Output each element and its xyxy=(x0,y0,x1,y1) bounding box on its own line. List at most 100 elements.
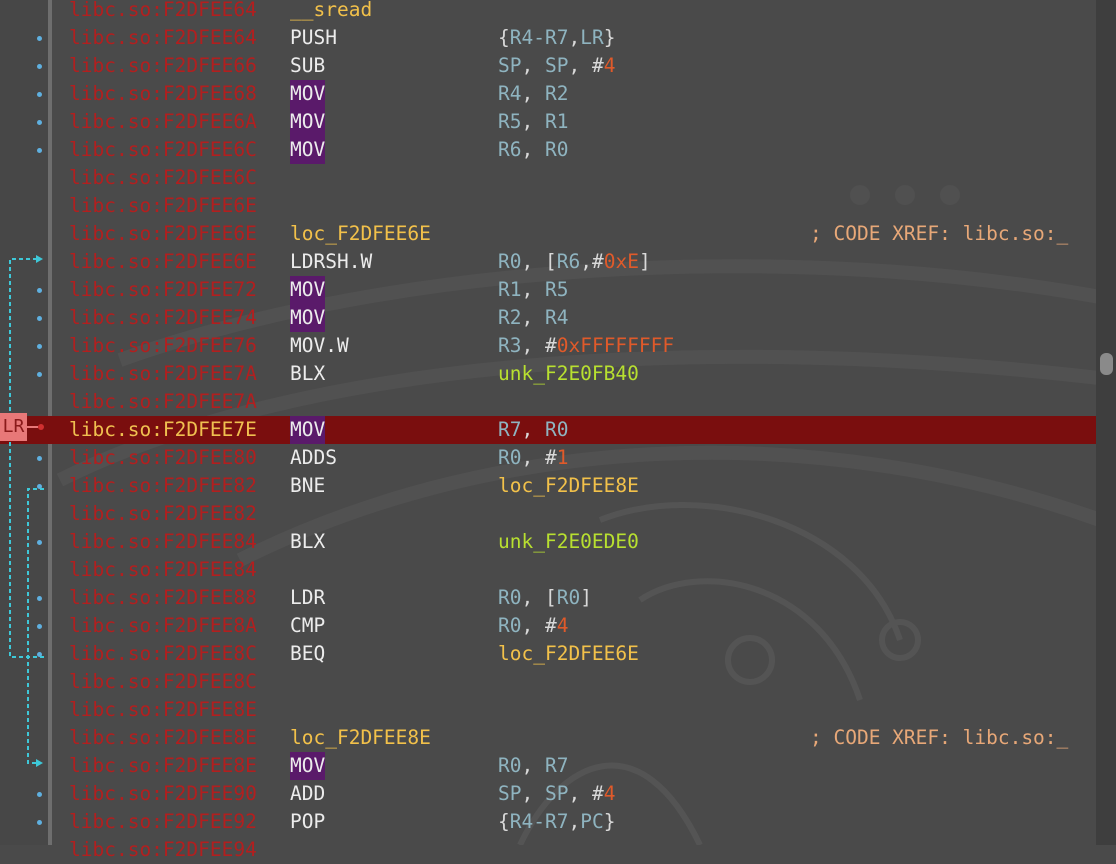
listing-row[interactable]: libc.so:F2DFEE94 xyxy=(0,836,1096,864)
mnemonic: MOV xyxy=(290,80,326,108)
operands: SP, SP, #4 xyxy=(498,54,616,77)
mnemonic: LDRSH.W xyxy=(290,250,373,273)
listing-row[interactable]: libc.so:F2DFEE76 MOV.W R3, #0xFFFFFFFF xyxy=(0,332,1096,360)
listing-row[interactable]: libc.so:F2DFEE84 BLX unk_F2E0EDE0 xyxy=(0,528,1096,556)
mnemonic: BLX xyxy=(290,362,326,385)
address: libc.so:F2DFEE7E xyxy=(69,418,257,441)
listing-row[interactable]: libc.so:F2DFEE8C BEQ loc_F2DFEE6E xyxy=(0,640,1096,668)
listing-row[interactable]: libc.so:F2DFEE7E MOV R7, R0 xyxy=(0,416,1096,444)
address: libc.so:F2DFEE6E xyxy=(69,222,257,245)
operands[interactable]: loc_F2DFEE6E xyxy=(498,640,639,668)
address: libc.so:F2DFEE82 xyxy=(69,474,257,497)
listing-row[interactable]: libc.so:F2DFEE74 MOV R2, R4 xyxy=(0,304,1096,332)
listing-row[interactable]: libc.so:F2DFEE6E LDRSH.W R0, [R6,#0xE] xyxy=(0,248,1096,276)
listing-row[interactable]: libc.so:F2DFEE68 MOV R4, R2 xyxy=(0,80,1096,108)
mnemonic: POP xyxy=(290,810,326,833)
listing-row[interactable]: libc.so:F2DFEE8A CMP R0, #4 xyxy=(0,612,1096,640)
vertical-scrollbar[interactable] xyxy=(1096,0,1116,845)
address: libc.so:F2DFEE8E xyxy=(69,726,257,749)
listing-row[interactable]: libc.so:F2DFEE6C xyxy=(0,164,1096,192)
address: libc.so:F2DFEE90 xyxy=(69,782,257,805)
operands: SP, SP, #4 xyxy=(498,782,616,805)
listing-row[interactable]: libc.so:F2DFEE84 xyxy=(0,556,1096,584)
listing-row[interactable]: libc.so:F2DFEE6C MOV R6, R0 xyxy=(0,136,1096,164)
address: libc.so:F2DFEE6E xyxy=(69,250,257,273)
address: libc.so:F2DFEE92 xyxy=(69,810,257,833)
address: libc.so:F2DFEE7A xyxy=(69,390,257,413)
listing-row[interactable]: libc.so:F2DFEE66 SUB SP, SP, #4 xyxy=(0,52,1096,80)
mnemonic: MOV xyxy=(290,276,326,304)
mnemonic: BNE xyxy=(290,474,326,497)
mnemonic: MOV xyxy=(290,304,326,332)
operands: R5, R1 xyxy=(498,110,569,133)
listing-row[interactable]: libc.so:F2DFEE92 POP {R4-R7,PC} xyxy=(0,808,1096,836)
xref-comment[interactable]: ; CODE XREF: libc.so:_ xyxy=(810,220,1068,248)
operands: R0, #4 xyxy=(498,614,569,637)
address: libc.so:F2DFEE88 xyxy=(69,586,257,609)
listing-row[interactable]: libc.so:F2DFEE82 BNE loc_F2DFEE8E xyxy=(0,472,1096,500)
address: libc.so:F2DFEE8C xyxy=(69,642,257,665)
mnemonic: BLX xyxy=(290,530,326,553)
operands: R6, R0 xyxy=(498,138,569,161)
address: libc.so:F2DFEE6C xyxy=(69,166,257,189)
address: libc.so:F2DFEE80 xyxy=(69,446,257,469)
listing-row[interactable]: libc.so:F2DFEE64 __sread xyxy=(0,0,1096,24)
listing-row[interactable]: libc.so:F2DFEE8E MOV R0, R7 xyxy=(0,752,1096,780)
address: libc.so:F2DFEE64 xyxy=(69,0,257,21)
listing-row[interactable]: libc.so:F2DFEE8E xyxy=(0,696,1096,724)
operands: R4, R2 xyxy=(498,82,569,105)
operands: R0, R7 xyxy=(498,754,569,777)
loop-arrow-beq xyxy=(9,258,44,658)
mnemonic: SUB xyxy=(290,54,326,77)
mnemonic: ADDS xyxy=(290,446,337,469)
address: libc.so:F2DFEE84 xyxy=(69,530,257,553)
listing-row[interactable]: libc.so:F2DFEE80 ADDS R0, #1 xyxy=(0,444,1096,472)
arrowhead-loc_F2DFEE6E xyxy=(36,255,43,263)
listing-row[interactable]: libc.so:F2DFEE8E loc_F2DFEE8E ; CODE XREF:… xyxy=(0,724,1096,752)
listing-row[interactable]: libc.so:F2DFEE64 PUSH {R4-R7,LR} xyxy=(0,24,1096,52)
address: libc.so:F2DFEE74 xyxy=(69,306,257,329)
operands[interactable]: unk_F2E0FB40 xyxy=(498,360,639,388)
address: libc.so:F2DFEE76 xyxy=(69,334,257,357)
operands[interactable]: unk_F2E0EDE0 xyxy=(498,528,639,556)
operands[interactable]: loc_F2DFEE8E xyxy=(498,472,639,500)
label-name[interactable]: loc_F2DFEE6E xyxy=(290,220,431,248)
operands: {R4-R7,LR} xyxy=(498,26,616,49)
address: libc.so:F2DFEE8E xyxy=(69,698,257,721)
listing-row[interactable]: libc.so:F2DFEE88 LDR R0, [R0] xyxy=(0,584,1096,612)
operands: R0, [R0] xyxy=(498,586,592,609)
address: libc.so:F2DFEE66 xyxy=(69,54,257,77)
address: libc.so:F2DFEE6A xyxy=(69,110,257,133)
listing-row[interactable]: libc.so:F2DFEE6E loc_F2DFEE6E ; CODE XREF:… xyxy=(0,220,1096,248)
listing-row[interactable]: libc.so:F2DFEE6E xyxy=(0,192,1096,220)
operands: {R4-R7,PC} xyxy=(498,810,616,833)
listing-row[interactable]: libc.so:F2DFEE7A BLX unk_F2E0FB40 xyxy=(0,360,1096,388)
mnemonic: MOV xyxy=(290,752,326,780)
address: libc.so:F2DFEE72 xyxy=(69,278,257,301)
operands: R0, [R6,#0xE] xyxy=(498,250,651,273)
listing-row[interactable]: libc.so:F2DFEE8C xyxy=(0,668,1096,696)
mnemonic: ADD xyxy=(290,782,326,805)
listing-row[interactable]: libc.so:F2DFEE82 xyxy=(0,500,1096,528)
address: libc.so:F2DFEE6C xyxy=(69,138,257,161)
label-name[interactable]: __sread xyxy=(290,0,372,24)
mnemonic: MOV xyxy=(290,136,326,164)
operands: R2, R4 xyxy=(498,306,569,329)
mnemonic: MOV xyxy=(290,108,326,136)
listing-row[interactable]: libc.so:F2DFEE7A xyxy=(0,388,1096,416)
mnemonic: MOV xyxy=(290,416,326,444)
mnemonic: MOV.W xyxy=(290,334,349,357)
scroll-thumb[interactable] xyxy=(1100,353,1113,375)
listing-row[interactable]: libc.so:F2DFEE6A MOV R5, R1 xyxy=(0,108,1096,136)
disassembly-listing[interactable]: libc.so:F2DFEE64 __sread libc.so:F2DFEE64 P… xyxy=(0,0,1096,864)
mnemonic: PUSH xyxy=(290,26,337,49)
address: libc.so:F2DFEE94 xyxy=(69,838,257,861)
label-name[interactable]: loc_F2DFEE8E xyxy=(290,724,431,752)
listing-row[interactable]: libc.so:F2DFEE90 ADD SP, SP, #4 xyxy=(0,780,1096,808)
mnemonic: BEQ xyxy=(290,642,326,665)
listing-row[interactable]: libc.so:F2DFEE72 MOV R1, R5 xyxy=(0,276,1096,304)
operands: R0, #1 xyxy=(498,446,569,469)
address: libc.so:F2DFEE8A xyxy=(69,614,257,637)
xref-comment[interactable]: ; CODE XREF: libc.so:_ xyxy=(810,724,1068,752)
lr-marker: LR xyxy=(0,413,27,441)
